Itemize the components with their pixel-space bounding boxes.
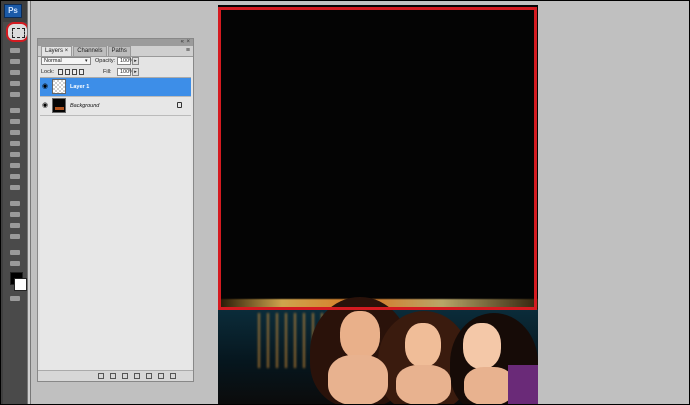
move-tool-icon[interactable] <box>7 46 23 55</box>
person-middle-face <box>405 323 441 367</box>
person-middle-shoulder <box>396 365 451 405</box>
lock-label: Lock: <box>41 69 55 75</box>
blend-mode-select[interactable]: Normal <box>41 57 91 65</box>
rectangular-marquee-tool-icon[interactable] <box>6 22 29 42</box>
panel-tabs: Layers × Channels Paths <box>38 46 193 57</box>
person-right-shoulder <box>464 367 514 405</box>
fill-field[interactable]: 100% <box>117 68 134 76</box>
layer-name: Background <box>70 103 100 109</box>
shape-tool-icon[interactable] <box>7 232 23 241</box>
clone-stamp-tool-icon[interactable] <box>7 128 23 137</box>
highlight-box <box>218 7 537 310</box>
panel-footer <box>38 370 193 381</box>
history-brush-tool-icon[interactable] <box>7 139 23 148</box>
link-layers-icon[interactable] <box>98 373 104 379</box>
type-tool-icon[interactable] <box>7 210 23 219</box>
opacity-slider-button[interactable]: ▸ <box>132 57 139 65</box>
new-group-icon[interactable] <box>146 373 152 379</box>
dodge-tool-icon[interactable] <box>7 183 23 192</box>
layers-list: ◉ Layer 1 ◉ Background <box>40 77 191 374</box>
close-icon[interactable]: × <box>186 39 190 46</box>
layer-mask-icon[interactable] <box>122 373 128 379</box>
zoom-tool-icon[interactable] <box>7 259 23 268</box>
layers-panel: « × Layers × Channels Paths ≡ Normal ▾ O… <box>37 38 194 382</box>
eye-icon[interactable]: ◉ <box>42 83 49 90</box>
fill-slider-button[interactable]: ▸ <box>132 68 139 76</box>
fill-label: Fill: <box>103 69 112 75</box>
chevron-down-icon: ▾ <box>85 58 88 64</box>
pen-tool-icon[interactable] <box>7 199 23 208</box>
panel-menu-icon[interactable]: ≡ <box>186 47 190 54</box>
opacity-field[interactable]: 100% <box>117 57 134 65</box>
tab-paths[interactable]: Paths <box>107 46 131 56</box>
lock-transparency-icon[interactable] <box>58 69 63 75</box>
lock-all-icon[interactable] <box>79 69 84 75</box>
healing-tool-icon[interactable] <box>7 106 23 115</box>
photoshop-logo[interactable]: Ps <box>4 4 22 18</box>
lock-position-icon[interactable] <box>72 69 77 75</box>
person-right-face <box>463 323 501 369</box>
layer-row-background[interactable]: ◉ Background <box>40 97 191 116</box>
lock-icon <box>177 102 182 108</box>
brush-tool-icon[interactable] <box>7 117 23 126</box>
blend-opacity-row: Normal ▾ Opacity: 100% ▸ <box>41 57 190 66</box>
layer-name: Layer 1 <box>70 84 90 90</box>
opacity-label: Opacity: <box>95 58 116 64</box>
eyedropper-tool-icon[interactable] <box>7 90 23 99</box>
quick-mask-icon[interactable] <box>7 294 23 303</box>
person-left-face <box>340 311 380 359</box>
collapse-icon[interactable]: « <box>181 39 184 46</box>
eraser-tool-icon[interactable] <box>7 150 23 159</box>
lock-fill-row: Lock: Fill: 100% ▸ <box>41 68 190 77</box>
eye-icon[interactable]: ◉ <box>42 102 49 109</box>
trash-icon[interactable] <box>170 373 176 379</box>
layer-thumbnail <box>52 79 66 94</box>
tab-layers[interactable]: Layers × <box>41 46 73 56</box>
layer-style-icon[interactable] <box>110 373 116 379</box>
gradient-tool-icon[interactable] <box>7 161 23 170</box>
blur-tool-icon[interactable] <box>7 172 23 181</box>
background-color-swatch[interactable] <box>14 278 27 291</box>
layer-thumbnail <box>52 98 66 113</box>
ruler-strip <box>27 0 31 405</box>
tools-panel: Ps <box>0 0 29 405</box>
adjustment-layer-icon[interactable] <box>134 373 140 379</box>
path-select-tool-icon[interactable] <box>7 221 23 230</box>
purple-top <box>508 365 538 405</box>
new-layer-icon[interactable] <box>158 373 164 379</box>
person-left-shoulder <box>328 355 388 405</box>
tool-column <box>3 22 27 405</box>
panel-header-bar: « × <box>38 39 193 46</box>
layer-row-layer-1[interactable]: ◉ Layer 1 <box>40 78 191 97</box>
tab-channels[interactable]: Channels <box>73 46 107 56</box>
crop-tool-icon[interactable] <box>7 79 23 88</box>
lock-image-icon[interactable] <box>65 69 70 75</box>
quick-select-tool-icon[interactable] <box>7 68 23 77</box>
lasso-tool-icon[interactable] <box>7 57 23 66</box>
hand-tool-icon[interactable] <box>7 248 23 257</box>
